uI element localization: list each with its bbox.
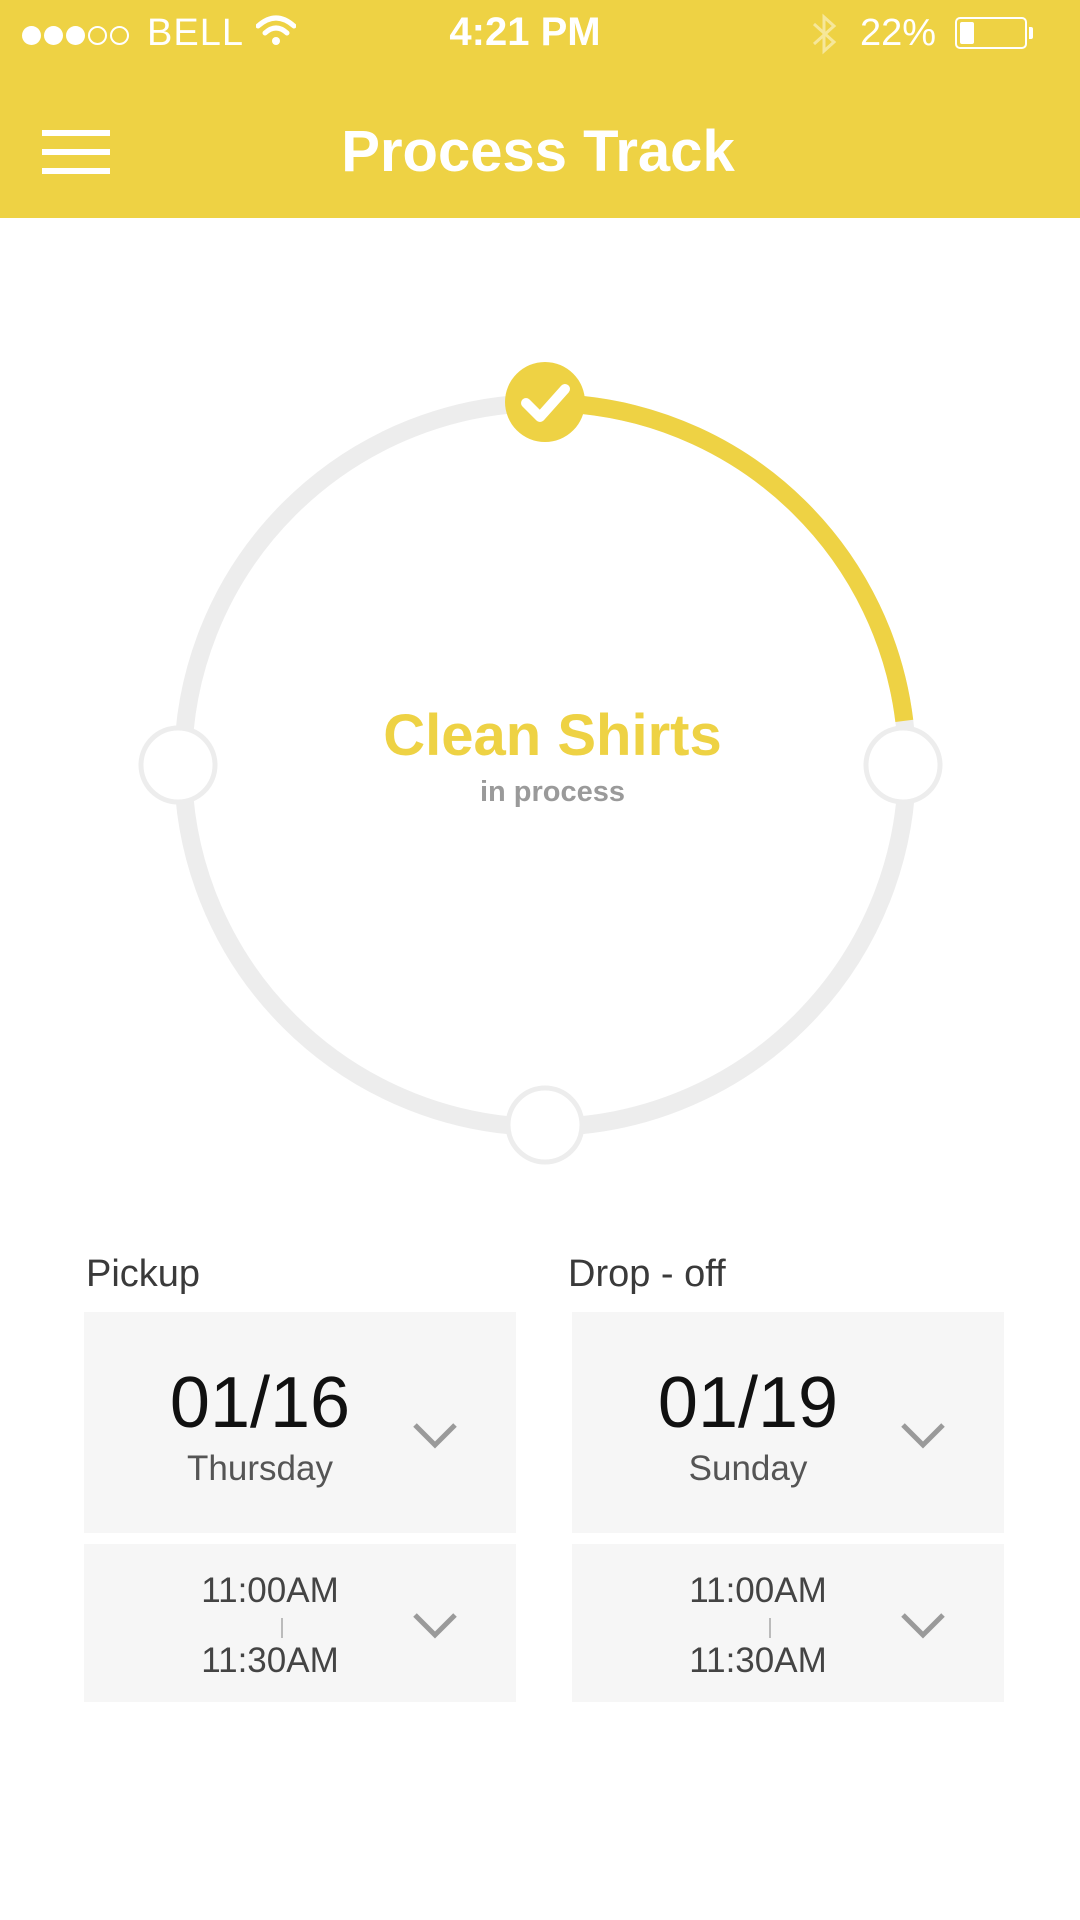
dropoff-label: Drop - off [568, 1253, 726, 1295]
pickup-time-start: 11:00AM [201, 1571, 339, 1610]
process-progress-ring [138, 362, 943, 1165]
time-separator [281, 1618, 283, 1638]
dropoff-date-select[interactable]: 01/19 Sunday [572, 1312, 1004, 1533]
pickup-time-select[interactable]: 11:00AM 11:30AM [84, 1544, 516, 1702]
process-status: in process [479, 776, 626, 808]
process-item-name: Clean Shirts [383, 703, 722, 768]
pickup-day: Thursday [187, 1449, 333, 1488]
pickup-time-end: 11:30AM [201, 1641, 339, 1680]
chevron-down-icon [413, 1613, 457, 1639]
chevron-down-icon [901, 1423, 945, 1449]
chevron-down-icon [413, 1423, 457, 1449]
step-marker-top-completed[interactable] [505, 362, 585, 442]
time-separator [769, 1618, 771, 1638]
dropoff-day: Sunday [688, 1449, 808, 1488]
dropoff-time-select[interactable]: 11:00AM 11:30AM [572, 1544, 1004, 1702]
pickup-label: Pickup [86, 1253, 201, 1295]
dropoff-time-end: 11:30AM [689, 1641, 827, 1680]
step-marker-bottom[interactable] [505, 1085, 585, 1165]
dropoff-time-start: 11:00AM [689, 1571, 827, 1610]
progress-arc [581, 396, 914, 723]
pickup-date-select[interactable]: 01/16 Thursday [84, 1312, 516, 1533]
chevron-down-icon [901, 1613, 945, 1639]
